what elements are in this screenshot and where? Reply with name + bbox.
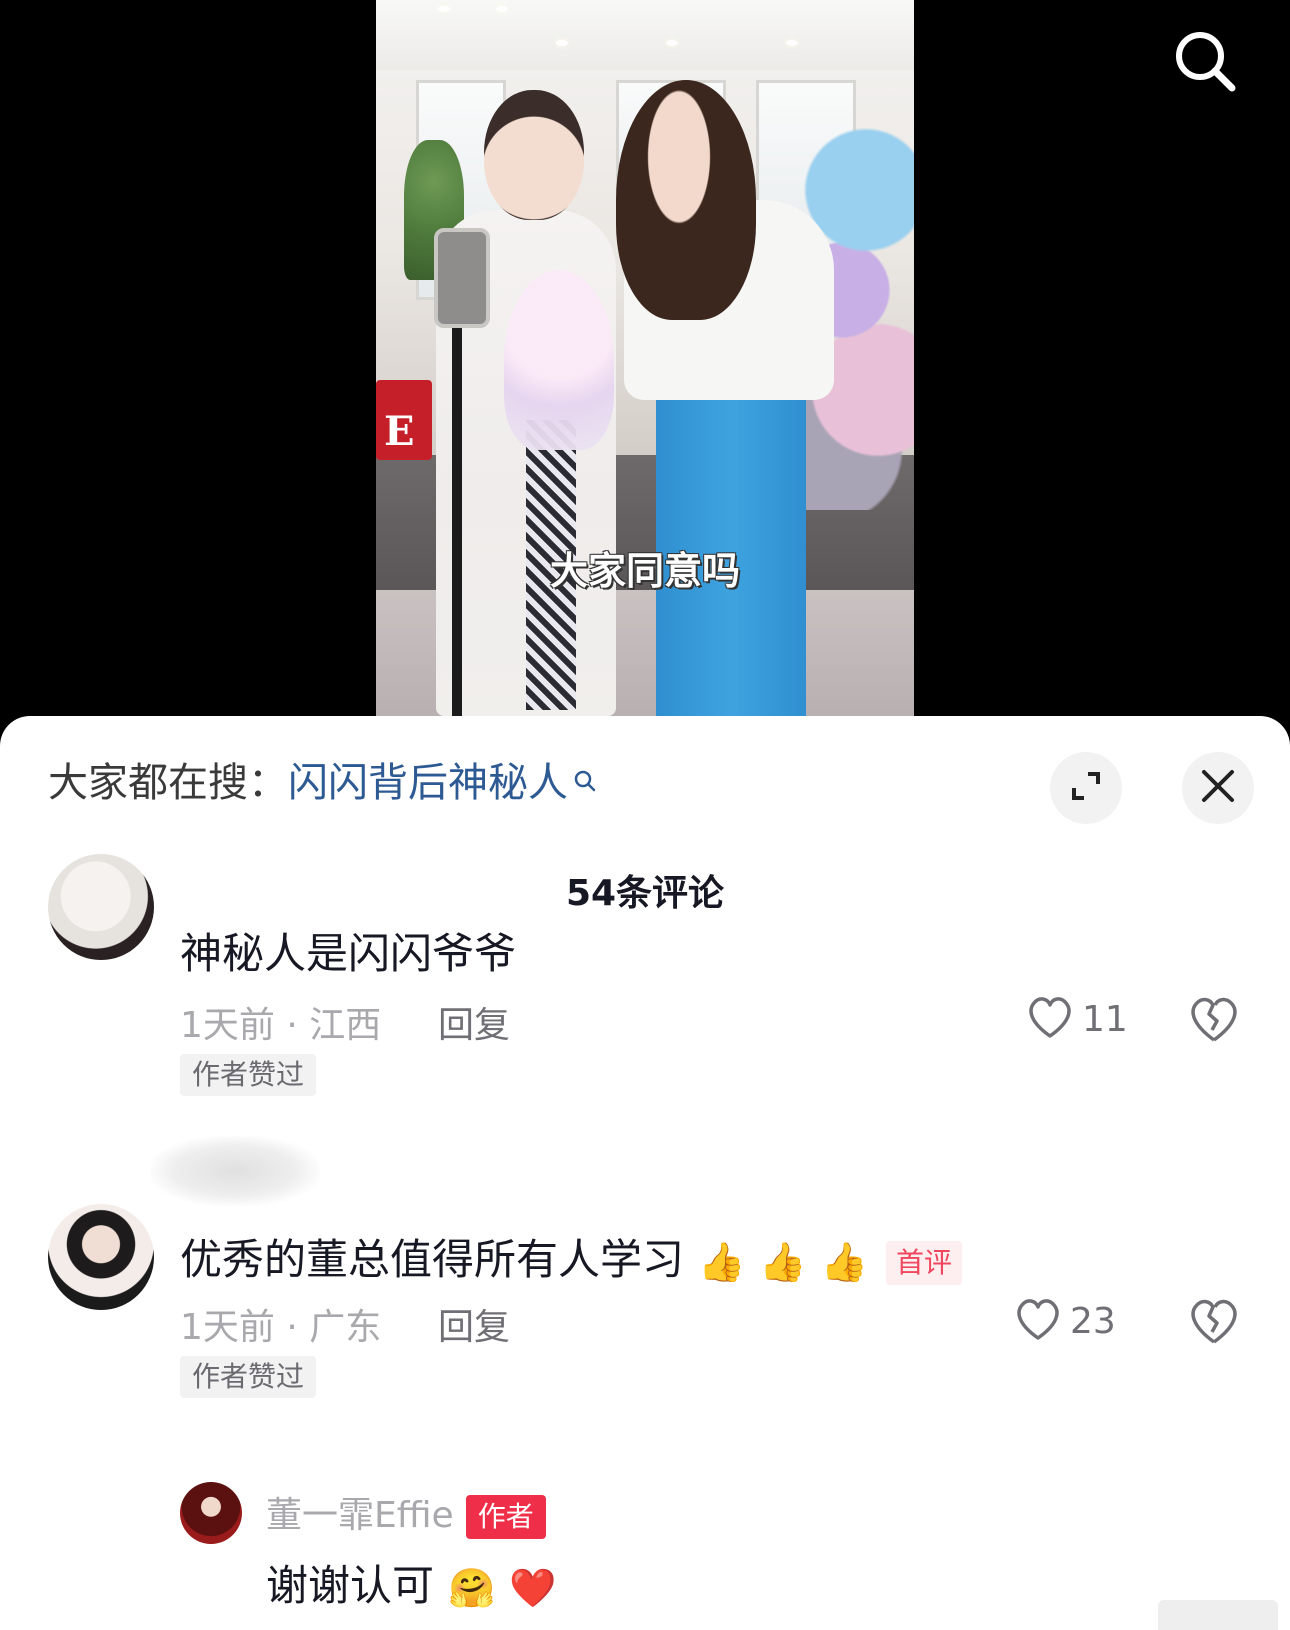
video-person-right-head — [616, 80, 756, 320]
video-frame[interactable]: 大家同意吗 — [376, 0, 914, 716]
reply-author-row: 董一霏Effie 作者 — [266, 1486, 546, 1539]
comment-text-row: 优秀的董总值得所有人学习 👍 👍 👍 首评 — [180, 1226, 963, 1287]
dislike-button[interactable] — [1188, 1296, 1240, 1348]
hot-search-prefix: 大家都在搜： — [48, 760, 288, 806]
author-badge: 作者 — [465, 1495, 546, 1539]
video-scene-ceiling — [376, 0, 914, 70]
like-count: 23 — [1070, 1300, 1116, 1342]
avatar[interactable] — [48, 1204, 154, 1310]
first-comment-badge: 首评 — [886, 1240, 963, 1285]
hot-search-bar[interactable]: 大家都在搜：闪闪背后神秘人 — [48, 758, 598, 808]
scroll-indicator — [1158, 1600, 1278, 1630]
dislike-button[interactable] — [1188, 994, 1240, 1046]
video-scene-bag — [504, 270, 614, 450]
username-blurred — [150, 1136, 320, 1206]
video-scene-sign — [376, 380, 432, 460]
like-count: 11 — [1082, 998, 1128, 1040]
video-scene-tripod — [452, 300, 462, 716]
hot-search-term[interactable]: 闪闪背后神秘人 — [288, 760, 568, 806]
author-liked-badge: 作者赞过 — [180, 1054, 317, 1096]
video-scene-light — [666, 40, 678, 46]
search-icon[interactable] — [1170, 26, 1240, 96]
reply-text: 谢谢认可 — [266, 1561, 435, 1610]
reply-button[interactable]: 回复 — [438, 1298, 510, 1350]
reply-text-row: 谢谢认可 🤗 ❤️ — [266, 1552, 557, 1613]
close-icon — [1200, 768, 1236, 808]
video-scene-light — [786, 40, 798, 46]
broken-heart-icon — [1188, 997, 1240, 1048]
video-scene-light — [556, 40, 568, 46]
hug-emoji: 🤗 — [448, 1566, 496, 1610]
comment-meta: 1天前 · 广东 — [180, 1307, 382, 1348]
broken-heart-icon — [1188, 1299, 1240, 1350]
comment-count: 54条评论 — [565, 873, 725, 914]
avatar[interactable] — [48, 854, 154, 960]
heart-icon — [1014, 1296, 1062, 1346]
comments-panel: 大家都在搜：闪闪背后神秘人 54条评论 神秘人是闪闪爷爷 1天前 · 江西 回复 — [0, 716, 1290, 1630]
comment-meta: 1天前 · 江西 — [180, 1005, 382, 1046]
expand-icon — [1068, 768, 1104, 808]
avatar[interactable] — [180, 1482, 242, 1544]
comment-text: 神秘人是闪闪爷爷 — [180, 929, 517, 978]
search-icon — [572, 756, 598, 806]
author-liked-badge: 作者赞过 — [180, 1356, 317, 1398]
video-scene-light — [438, 6, 450, 12]
video-player[interactable]: 大家同意吗 — [0, 0, 1290, 740]
video-scene-light — [496, 6, 508, 12]
comment-text: 优秀的董总值得所有人学习 — [180, 1235, 685, 1284]
reply-author-name[interactable]: 董一霏Effie — [266, 1495, 454, 1536]
reply-button[interactable]: 回复 — [438, 996, 510, 1048]
expand-button[interactable] — [1050, 752, 1122, 824]
heart-icon — [1026, 994, 1074, 1044]
video-person-left-head — [484, 90, 584, 220]
heart-emoji: ❤️ — [509, 1566, 557, 1610]
video-scene-phone — [434, 228, 490, 328]
thumbs-up-emoji: 👍 — [698, 1240, 746, 1284]
like-button[interactable]: 23 — [1014, 1296, 1116, 1346]
thumbs-up-emoji: 👍 — [820, 1240, 868, 1284]
video-subtitle: 大家同意吗 — [549, 548, 740, 593]
thumbs-up-emoji: 👍 — [759, 1240, 807, 1284]
like-button[interactable]: 11 — [1026, 994, 1128, 1044]
close-button[interactable] — [1182, 752, 1254, 824]
